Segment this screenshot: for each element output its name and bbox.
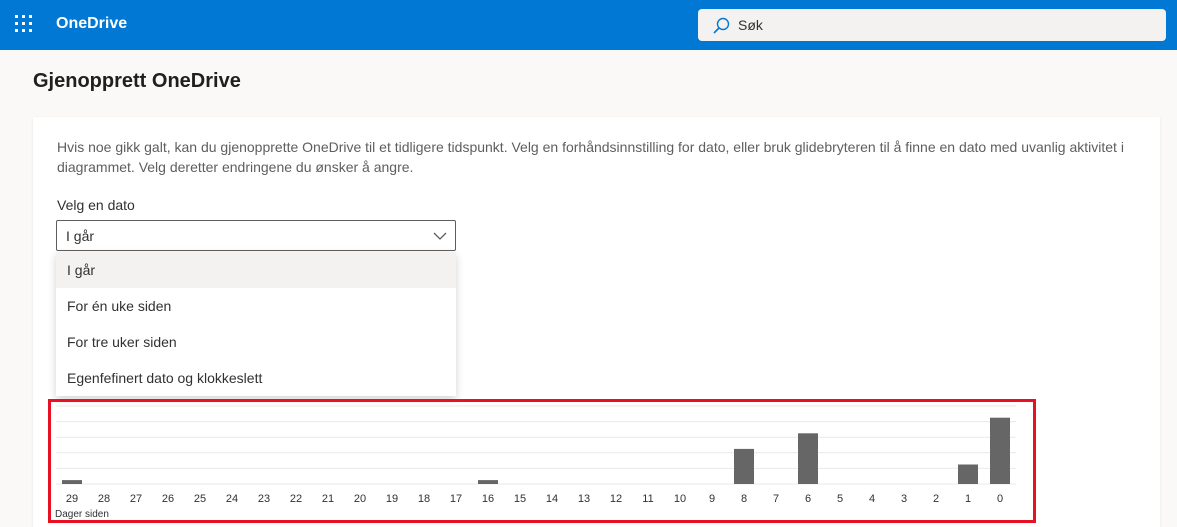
date-select-label: Velg en dato bbox=[57, 197, 135, 213]
chart-bar bbox=[62, 480, 82, 484]
chart-bar bbox=[958, 464, 978, 484]
chart-tick-label: 12 bbox=[610, 493, 622, 505]
chart-tick-label: 13 bbox=[578, 493, 590, 505]
chart-tick-label: 8 bbox=[741, 493, 747, 505]
chart-tick-label: 0 bbox=[997, 493, 1003, 505]
chart-tick-label: 1 bbox=[965, 493, 971, 505]
chart-tick-label: 26 bbox=[162, 493, 174, 505]
chart-bar bbox=[478, 480, 498, 484]
date-option[interactable]: I går bbox=[56, 252, 456, 288]
chart-tick-label: 29 bbox=[66, 493, 78, 505]
chart-tick-label: 9 bbox=[709, 493, 715, 505]
chart-tick-label: 4 bbox=[869, 493, 875, 505]
description-text: Hvis noe gikk galt, kan du gjenopprette … bbox=[57, 139, 1124, 175]
chart-tick-label: 7 bbox=[773, 493, 779, 505]
chart-tick-label: 21 bbox=[322, 493, 334, 505]
search-input[interactable] bbox=[738, 9, 1148, 41]
chart-tick-label: 27 bbox=[130, 493, 142, 505]
chart-tick-label: 23 bbox=[258, 493, 270, 505]
page-title: Gjenopprett OneDrive bbox=[33, 70, 241, 92]
date-option[interactable]: For tre uker siden bbox=[56, 324, 456, 360]
chart-tick-label: 6 bbox=[805, 493, 811, 505]
chart-tick-label: 11 bbox=[642, 493, 653, 505]
chart-tick-label: 17 bbox=[450, 493, 462, 505]
activity-chart-highlight: 29 28 27 26 25 24 23 22 21 20 19 18 17 16 15 14 13 12 11 10… bbox=[48, 399, 1036, 523]
date-dropdown-value: I går bbox=[66, 228, 95, 244]
search-box[interactable] bbox=[698, 9, 1166, 41]
app-launcher-icon[interactable] bbox=[15, 15, 33, 33]
app-name[interactable]: OneDrive bbox=[56, 15, 127, 33]
date-option[interactable]: Egenfefinert dato og klokkeslett bbox=[56, 360, 456, 396]
chart-tick-label: 15 bbox=[514, 493, 526, 505]
chevron-down-icon bbox=[433, 232, 447, 240]
chart-tick-label: 14 bbox=[546, 493, 558, 505]
chart-bar bbox=[798, 433, 818, 484]
chart-tick-label: 10 bbox=[674, 493, 686, 505]
chart-tick-label: 18 bbox=[418, 493, 430, 505]
chart-tick-label: 2 bbox=[933, 493, 939, 505]
date-options-menu: I går For én uke siden For tre uker side… bbox=[56, 252, 456, 396]
activity-chart[interactable]: 29 28 27 26 25 24 23 22 21 20 19 18 17 16 15 14 13 12 11 10… bbox=[51, 402, 1033, 520]
chart-x-axis-label: Dager siden bbox=[55, 509, 109, 520]
chart-tick-label: 28 bbox=[98, 493, 110, 505]
chart-tick-label: 25 bbox=[194, 493, 206, 505]
chart-bar bbox=[734, 448, 754, 484]
chart-tick-label: 3 bbox=[901, 493, 907, 505]
search-icon bbox=[713, 17, 730, 34]
top-bar: OneDrive bbox=[0, 0, 1177, 50]
date-option[interactable]: For én uke siden bbox=[56, 288, 456, 324]
chart-tick-label: 20 bbox=[354, 493, 366, 505]
chart-tick-label: 22 bbox=[290, 493, 302, 505]
chart-tick-label: 16 bbox=[482, 493, 494, 505]
chart-tick-label: 24 bbox=[226, 493, 238, 505]
date-dropdown[interactable]: I går bbox=[56, 220, 456, 251]
chart-tick-label: 5 bbox=[837, 493, 843, 505]
chart-tick-label: 19 bbox=[386, 493, 398, 505]
chart-bar bbox=[990, 417, 1010, 484]
